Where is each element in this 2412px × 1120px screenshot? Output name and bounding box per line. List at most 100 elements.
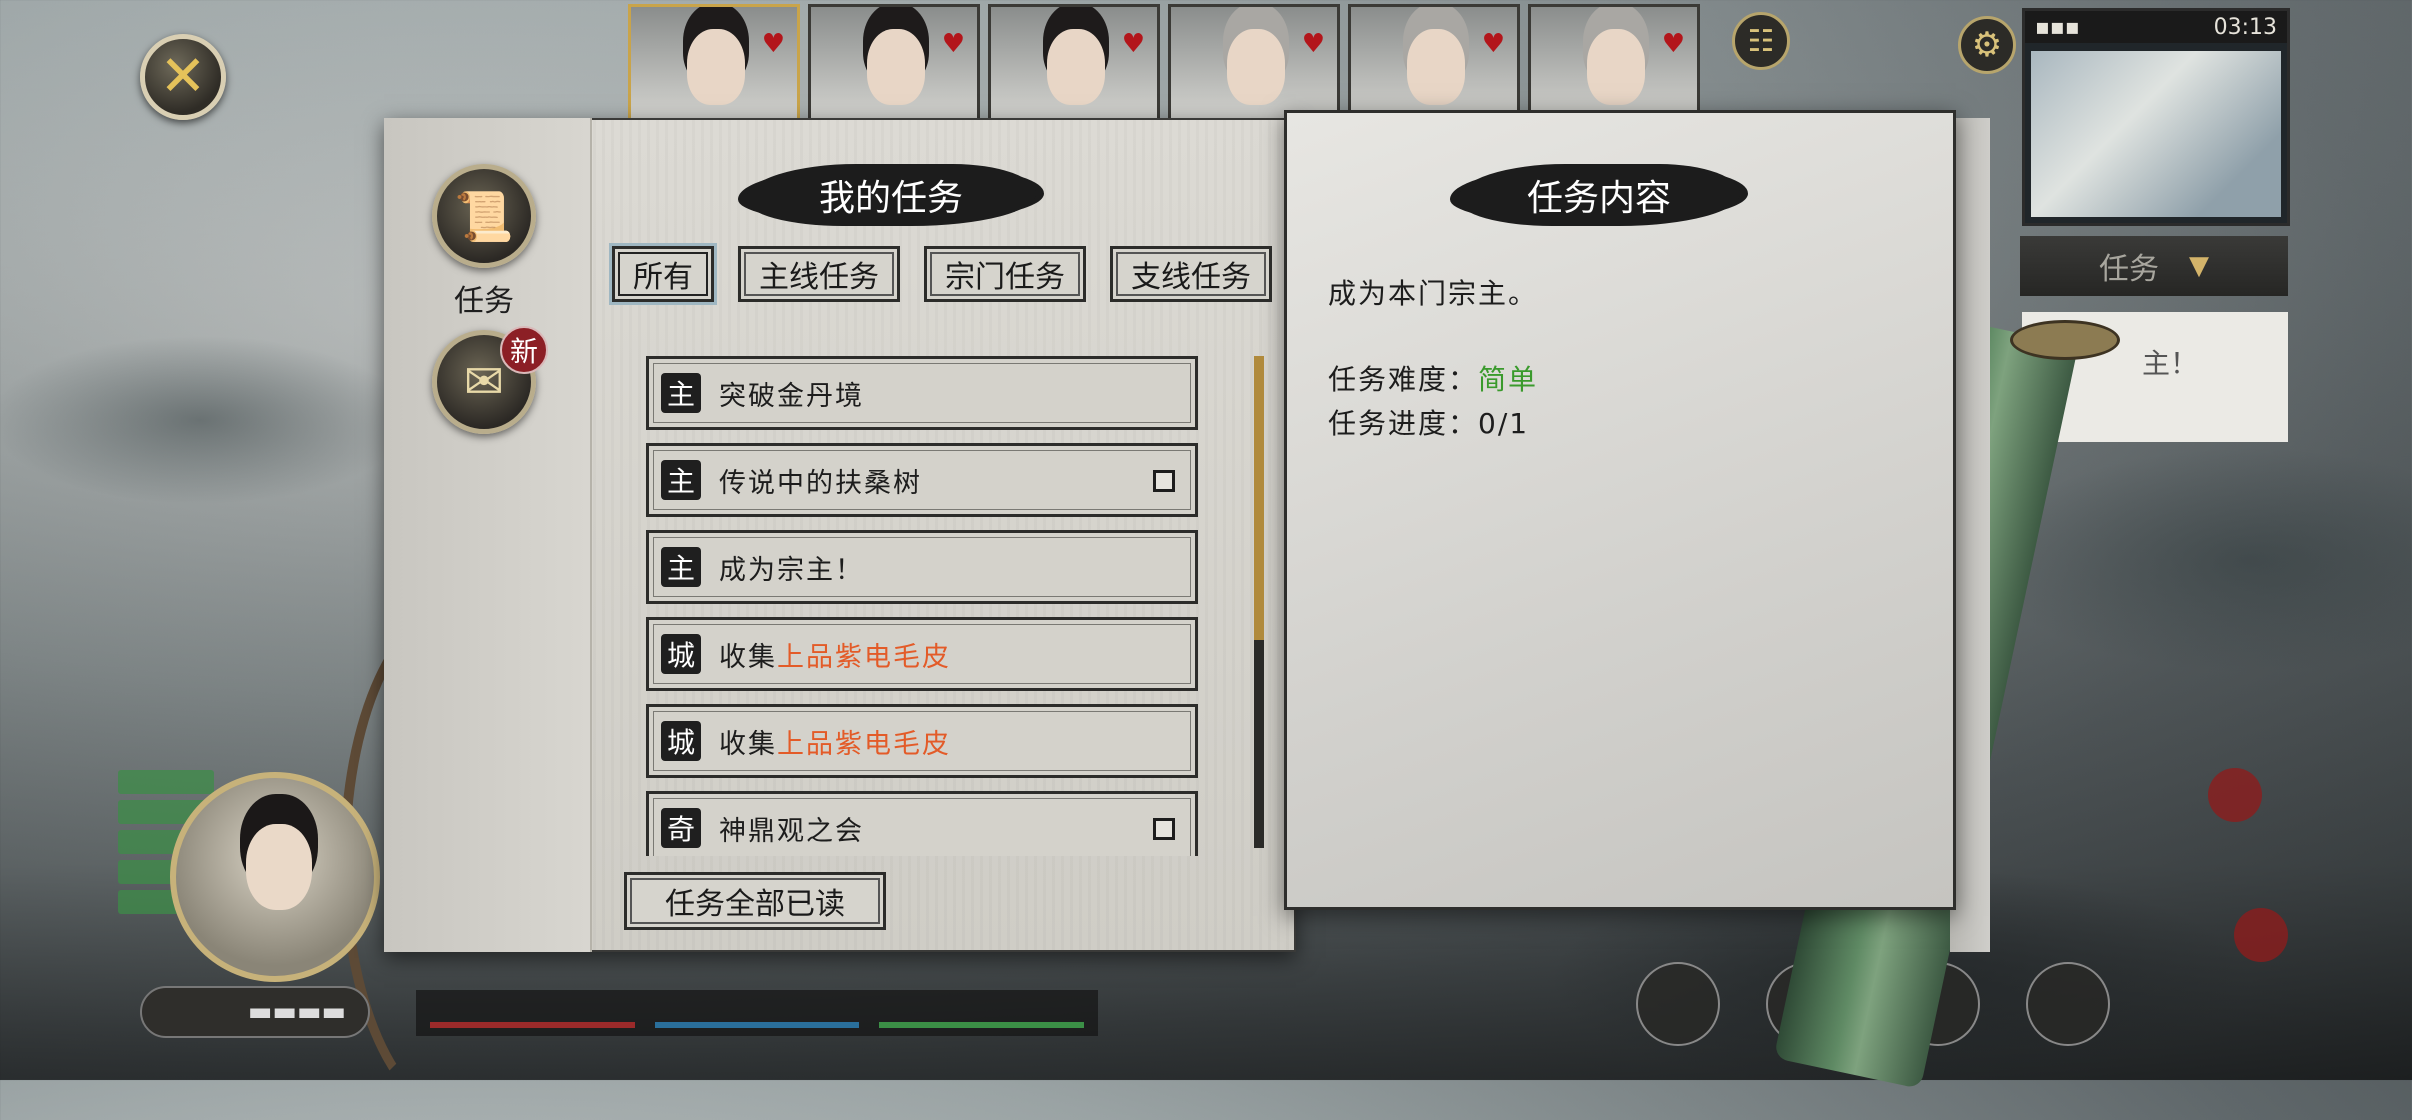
gear-icon[interactable]: ⚙	[1958, 16, 2016, 74]
new-badge: 新	[500, 326, 548, 374]
quest-type-badge: 主	[661, 547, 701, 587]
quest-list-scrollbar[interactable]	[1254, 356, 1264, 848]
letters-button[interactable]	[2018, 930, 2118, 1050]
quest-list-title: 我的任务	[746, 164, 1036, 226]
character-portrait[interactable]: ♥	[988, 4, 1160, 122]
quest-name: 收集上品紫电毛皮	[719, 635, 951, 674]
quest-filter-tabs: 所有 主线任务 宗门任务 支线任务	[612, 246, 1272, 302]
quest-type-badge: 城	[661, 721, 701, 761]
clock-readout: 03:13	[2213, 14, 2277, 40]
list-item[interactable]: 主 传说中的扶桑树	[646, 443, 1198, 517]
quest-detail-title: 任务内容	[1458, 164, 1740, 226]
quest-name-text: 收集	[719, 728, 777, 760]
tab-quests-label: 任务	[454, 284, 514, 319]
heart-icon: ♥	[1121, 29, 1145, 59]
close-icon: ✕	[159, 44, 207, 109]
cultivation-rank[interactable]: ▬▬▬▬	[140, 986, 370, 1038]
explore-icon	[1636, 962, 1720, 1046]
quest-name-text: 成为宗主！	[719, 554, 864, 586]
avatar	[1587, 29, 1645, 105]
chevron-down-icon: ▼	[2189, 251, 2209, 281]
status-tag[interactable]	[118, 770, 214, 794]
avatar	[246, 824, 312, 910]
quest-progress: 任务进度：0/1	[1328, 402, 1529, 442]
quest-name-text: 突破金丹境	[719, 380, 864, 412]
quest-name: 神鼎观之会	[719, 809, 864, 848]
minimap-header: ▪▪▪ 03:13	[2025, 11, 2287, 43]
progress-label: 任务进度：	[1328, 407, 1479, 440]
quest-name: 突破金丹境	[719, 374, 864, 413]
side-note-text: 主！	[2142, 347, 2199, 380]
quest-dropdown-label: 任务	[2099, 252, 2159, 287]
scrollbar-thumb[interactable]	[1254, 356, 1264, 640]
quest-type-badge: 主	[661, 373, 701, 413]
season-label: ▪▪▪	[2035, 14, 2080, 40]
letter-icon: ✉	[463, 354, 505, 410]
bamboo-cap-decoration	[2010, 320, 2120, 360]
character-portrait-bar: ♥ ♥ ♥ ♥ ♥ ♥	[628, 4, 1700, 122]
minimap[interactable]: ▪▪▪ 03:13	[2022, 8, 2290, 226]
avatar	[687, 29, 745, 105]
tab-quests[interactable]: 📜	[432, 164, 536, 268]
new-badge	[2208, 768, 2262, 822]
quest-checkbox[interactable]	[1153, 818, 1175, 840]
character-portrait[interactable]: ♥	[1528, 4, 1700, 122]
list-item[interactable]: 主 突破金丹境	[646, 356, 1198, 430]
heart-icon: ♥	[941, 29, 965, 59]
quest-item-highlight: 上品紫电毛皮	[777, 641, 951, 673]
scroll-icon: 📜	[454, 188, 514, 245]
quest-name-text: 收集	[719, 641, 777, 673]
mark-all-read-button[interactable]: 任务全部已读	[624, 872, 886, 930]
rank-text: ▬▬▬▬	[247, 997, 346, 1027]
quest-name-text: 传说中的扶桑树	[719, 467, 922, 499]
avatar	[867, 29, 925, 105]
list-item[interactable]: 城 收集上品紫电毛皮	[646, 617, 1198, 691]
stamina-bar	[879, 1022, 1085, 1028]
quest-name-text: 神鼎观之会	[719, 815, 864, 847]
quest-detail-page	[1284, 110, 1956, 910]
heart-icon: ♥	[1481, 29, 1505, 59]
close-button[interactable]: ✕	[140, 34, 226, 120]
explore-button[interactable]	[1628, 930, 1728, 1050]
tab-main-quests[interactable]: 主线任务	[738, 246, 900, 302]
tab-sect-quests[interactable]: 宗门任务	[924, 246, 1086, 302]
progress-value: 0/1	[1478, 407, 1530, 440]
list-item[interactable]: 主 成为宗主！	[646, 530, 1198, 604]
list-item[interactable]: 奇 神鼎观之会	[646, 791, 1198, 856]
list-item[interactable]: 城 收集上品紫电毛皮	[646, 704, 1198, 778]
tab-side-quests[interactable]: 支线任务	[1110, 246, 1272, 302]
quest-difficulty: 任务难度：简单	[1328, 358, 1538, 398]
letter-icon	[2026, 962, 2110, 1046]
quest-name: 成为宗主！	[719, 548, 864, 587]
heart-icon: ♥	[1661, 29, 1685, 59]
health-bar	[430, 1022, 635, 1028]
quest-checkbox[interactable]	[1153, 470, 1175, 492]
new-badge	[2234, 908, 2288, 962]
quest-book-right-edge	[1950, 118, 1990, 952]
avatar	[1047, 29, 1105, 105]
character-portrait[interactable]: ♥	[808, 4, 980, 122]
character-portrait[interactable]: ♥	[1168, 4, 1340, 122]
mana-bar	[654, 1022, 860, 1028]
difficulty-value: 简单	[1478, 363, 1539, 396]
quest-dropdown[interactable]: 任务 ▼	[2020, 236, 2288, 296]
minimap-map[interactable]	[2031, 51, 2281, 217]
avatar	[1227, 29, 1285, 105]
quest-name: 收集上品紫电毛皮	[719, 722, 951, 761]
quest-name: 传说中的扶桑树	[719, 461, 922, 500]
quest-item-highlight: 上品紫电毛皮	[777, 728, 951, 760]
quest-list: 主 突破金丹境 主 传说中的扶桑树 主 成为宗主！ 城 收集上品紫电毛皮 城 收…	[646, 356, 1198, 856]
tab-all[interactable]: 所有	[612, 246, 714, 302]
quest-type-badge: 主	[661, 460, 701, 500]
avatar	[1407, 29, 1465, 105]
stat-bars	[416, 990, 1098, 1036]
quest-type-badge: 城	[661, 634, 701, 674]
character-portrait[interactable]: ♥	[628, 4, 800, 122]
quest-type-badge: 奇	[661, 808, 701, 848]
player-avatar[interactable]	[170, 772, 380, 982]
difficulty-label: 任务难度：	[1328, 363, 1479, 396]
character-portrait[interactable]: ♥	[1348, 4, 1520, 122]
people-icon[interactable]: ☷	[1732, 12, 1790, 70]
quest-description: 成为本门宗主。	[1328, 277, 1539, 310]
heart-icon: ♥	[761, 29, 785, 59]
